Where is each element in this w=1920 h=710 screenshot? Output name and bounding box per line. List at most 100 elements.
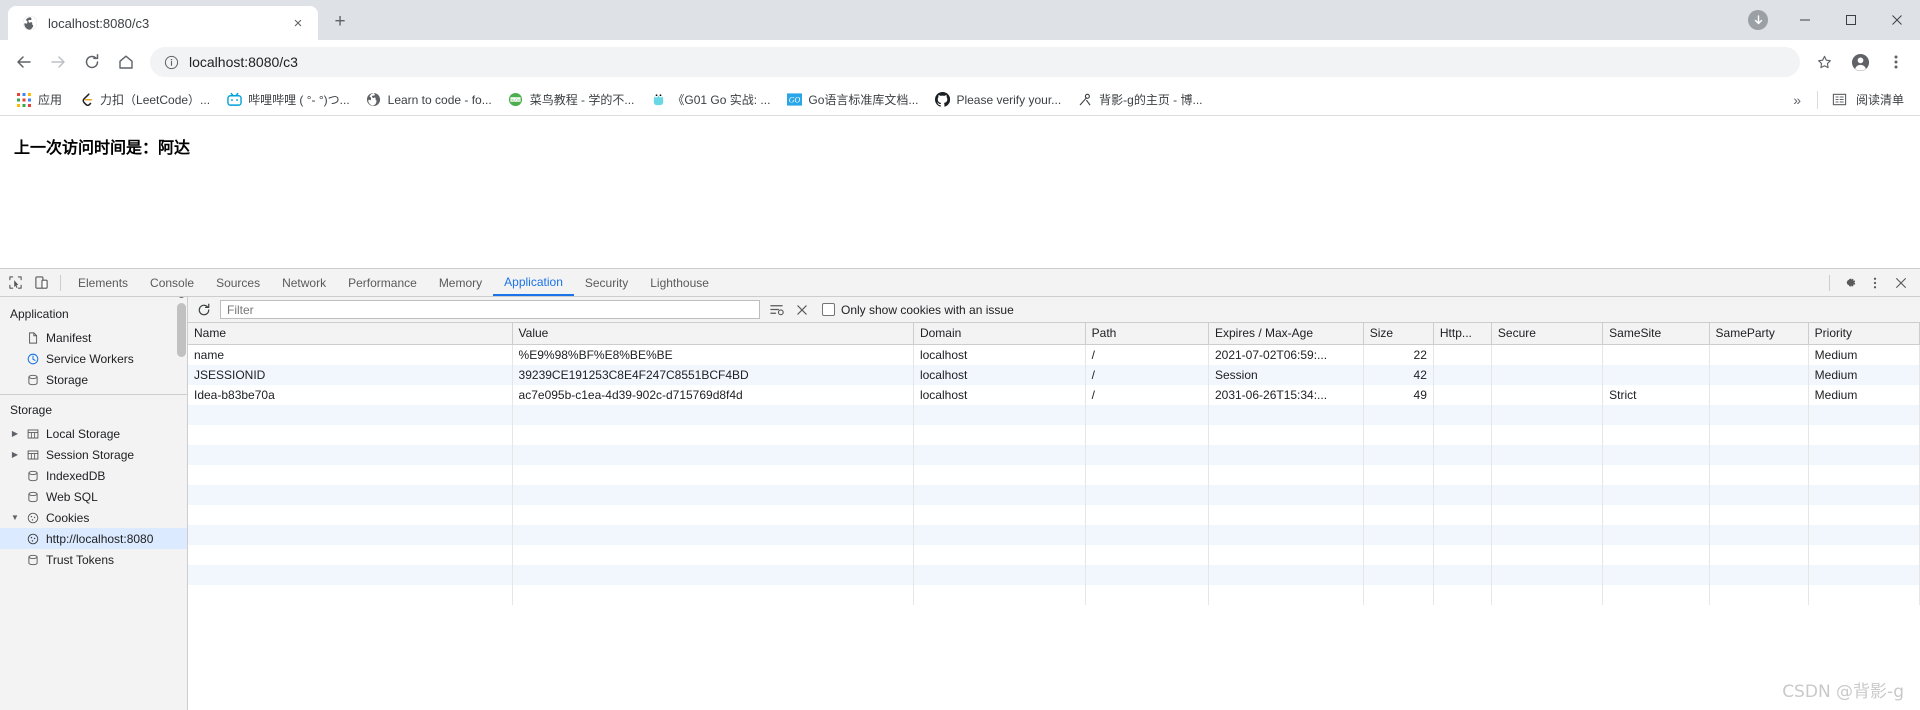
home-button[interactable] [110, 46, 142, 78]
bookmark-runoob[interactable]: </> 菜鸟教程 - 学的不... [500, 87, 643, 112]
table-row-empty[interactable] [188, 424, 1920, 445]
tab-application[interactable]: Application [493, 269, 574, 296]
tab-elements[interactable]: Elements [67, 269, 139, 296]
tab-sources[interactable]: Sources [205, 269, 271, 296]
tab-memory[interactable]: Memory [428, 269, 493, 296]
apps-grid-icon [16, 92, 32, 108]
sidebar-item-web-sql[interactable]: ▶ Web SQL [0, 486, 187, 507]
inspect-cursor-icon[interactable] [2, 270, 28, 296]
bookmark-leetcode[interactable]: 力扣（LeetCode）... [70, 87, 218, 112]
sidebar-item-label: Cookies [46, 510, 90, 525]
filter-input[interactable]: Filter [220, 300, 760, 319]
bookmark-label: Learn to code - fo... [387, 92, 492, 107]
column-header-size[interactable]: Size [1363, 323, 1434, 345]
tab-performance[interactable]: Performance [337, 269, 428, 296]
column-header-httponly[interactable]: Http... [1433, 323, 1492, 345]
bookmark-github[interactable]: Please verify your... [926, 88, 1069, 112]
bookmark-label: 哔哩哔哩 ( °- °)つ... [248, 93, 350, 107]
bookmark-apps[interactable]: 应用 [8, 87, 70, 112]
table-row-empty[interactable] [188, 584, 1920, 605]
sidebar-item-cookies-origin[interactable]: http://localhost:8080 [0, 528, 187, 549]
tab-network[interactable]: Network [271, 269, 337, 296]
cell-domain: localhost [913, 384, 1086, 405]
table-row-empty[interactable] [188, 404, 1920, 425]
scroll-up-icon[interactable]: ▲ [177, 297, 186, 300]
sidebar-scrollbar[interactable] [177, 303, 186, 357]
bookmarks-divider [1816, 90, 1818, 109]
table-row-empty[interactable] [188, 484, 1920, 505]
filter-list-icon[interactable] [766, 300, 786, 320]
only-issues-checkbox-row[interactable]: Only show cookies with an issue [822, 303, 1014, 317]
forward-button[interactable] [42, 46, 74, 78]
update-badge-icon[interactable] [1748, 10, 1768, 30]
bookmark-g01-go[interactable]: 《G01 Go 实战: ... [642, 87, 778, 112]
table-row-empty[interactable] [188, 444, 1920, 465]
bookmark-learn-to-code[interactable]: Learn to code - fo... [358, 88, 500, 112]
column-header-path[interactable]: Path [1085, 323, 1209, 345]
device-toolbar-icon[interactable] [28, 270, 54, 296]
table-row[interactable]: name %E9%98%BF%E8%BE%BE localhost / 2021… [188, 344, 1920, 365]
cell-sameparty [1709, 384, 1809, 405]
table-row-empty[interactable] [188, 524, 1920, 545]
sidebar-item-label: Web SQL [46, 489, 98, 504]
sidebar-item-indexeddb[interactable]: ▶ IndexedDB [0, 465, 187, 486]
tab-lighthouse[interactable]: Lighthouse [639, 269, 720, 296]
sidebar-item-trust-tokens[interactable]: ▶ Trust Tokens [0, 549, 187, 570]
kebab-menu-icon[interactable] [1880, 46, 1912, 78]
kebab-menu-icon[interactable] [1862, 270, 1888, 296]
bookmark-csdn[interactable]: 背影-g的主页 - 博... [1069, 87, 1210, 112]
close-icon[interactable]: × [288, 13, 308, 33]
clear-cookies-icon[interactable] [792, 300, 812, 320]
chevron-right-icon[interactable]: ▶ [10, 450, 20, 459]
chevron-right-icon[interactable]: ▶ [10, 429, 20, 438]
reload-button[interactable] [76, 46, 108, 78]
sidebar-item-label: Manifest [46, 330, 92, 345]
column-header-name[interactable]: Name [188, 323, 513, 345]
bilibili-icon [226, 92, 242, 108]
info-circle-icon[interactable] [164, 55, 179, 70]
table-row-empty[interactable] [188, 564, 1920, 585]
back-button[interactable] [8, 46, 40, 78]
reading-list-button[interactable]: 阅读清单 [1824, 87, 1912, 112]
sidebar-section-storage: Storage [10, 403, 53, 417]
sidebar-item-storage[interactable]: ▶ Storage [0, 369, 187, 390]
table-row-empty[interactable] [188, 464, 1920, 485]
star-icon[interactable] [1808, 46, 1840, 78]
new-tab-button[interactable]: + [326, 8, 354, 36]
maximize-button[interactable] [1828, 0, 1874, 40]
address-bar[interactable]: localhost:8080/c3 [150, 47, 1800, 77]
close-icon[interactable] [1888, 270, 1914, 296]
cell-priority: Medium [1808, 344, 1920, 365]
only-issues-checkbox[interactable] [822, 303, 835, 316]
close-window-button[interactable] [1874, 0, 1920, 40]
sidebar-item-cookies[interactable]: ▼ Cookies [0, 507, 187, 528]
table-row[interactable]: JSESSIONID 39239CE191253C8E4F247C8551BCF… [188, 364, 1920, 385]
table-row-empty[interactable] [188, 544, 1920, 565]
bookmark-go-stdlib[interactable]: GO Go语言标准库文档... [778, 87, 926, 112]
bookmark-bilibili[interactable]: 哔哩哔哩 ( °- °)つ... [218, 87, 358, 112]
minimize-button[interactable] [1782, 0, 1828, 40]
browser-tab[interactable]: localhost:8080/c3 × [8, 6, 318, 40]
sidebar-item-service-workers[interactable]: ▶ Service Workers [0, 348, 187, 369]
gear-icon[interactable] [1836, 270, 1862, 296]
column-header-expires[interactable]: Expires / Max-Age [1208, 323, 1364, 345]
table-row-empty[interactable] [188, 504, 1920, 525]
column-header-value[interactable]: Value [512, 323, 914, 345]
table-icon [26, 448, 40, 462]
sidebar-item-local-storage[interactable]: ▶ Local Storage [0, 423, 187, 444]
column-header-domain[interactable]: Domain [913, 323, 1086, 345]
column-header-priority[interactable]: Priority [1808, 323, 1920, 345]
tab-security[interactable]: Security [574, 269, 639, 296]
table-row[interactable]: Idea-b83be70a ac7e095b-c1ea-4d39-902c-d7… [188, 384, 1920, 405]
page-body-text: 上一次访问时间是：阿达 [14, 140, 191, 157]
column-header-secure[interactable]: Secure [1491, 323, 1604, 345]
column-header-samesite[interactable]: SameSite [1602, 323, 1710, 345]
refresh-icon[interactable] [194, 300, 214, 320]
chevron-down-icon[interactable]: ▼ [10, 513, 20, 522]
tab-console[interactable]: Console [139, 269, 205, 296]
sidebar-item-manifest[interactable]: ▶ Manifest [0, 327, 187, 348]
avatar-icon[interactable] [1844, 46, 1876, 78]
sidebar-item-session-storage[interactable]: ▶ Session Storage [0, 444, 187, 465]
column-header-sameparty[interactable]: SameParty [1709, 323, 1809, 345]
bookmarks-overflow-button[interactable]: » [1783, 88, 1811, 112]
